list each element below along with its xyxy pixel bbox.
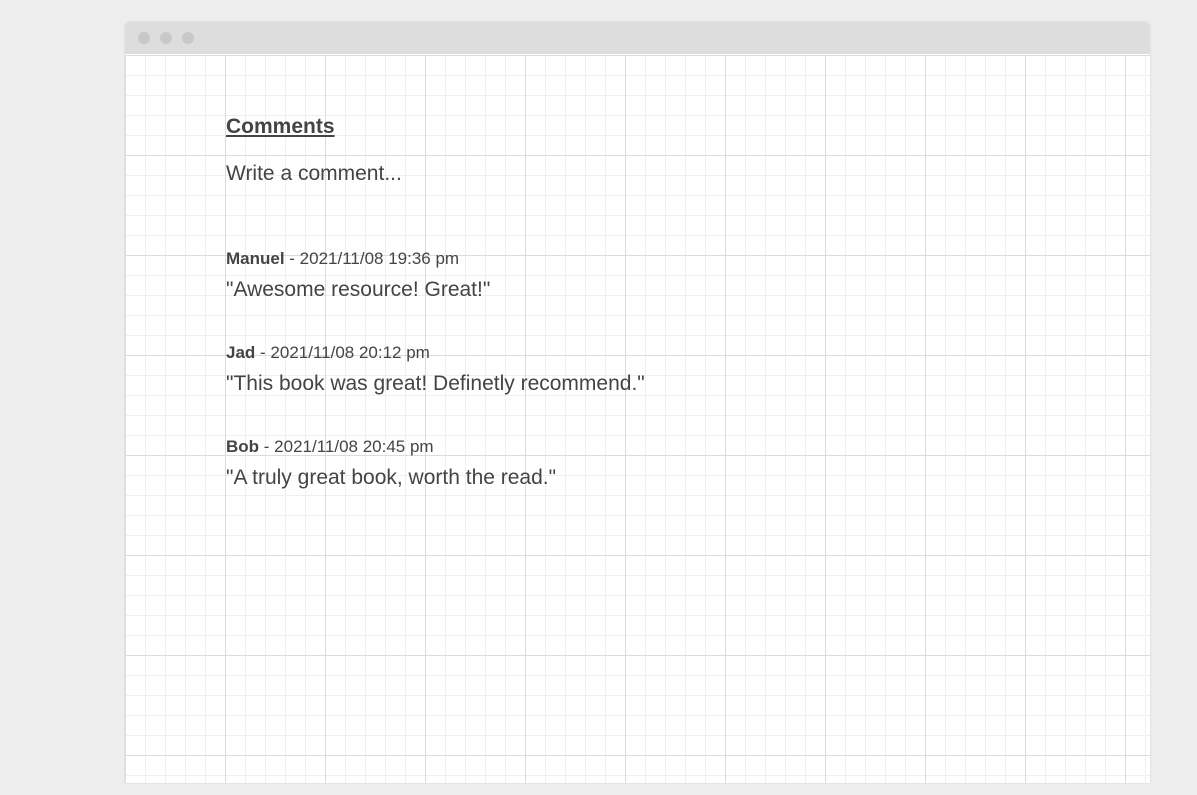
comment-input[interactable] <box>226 159 726 189</box>
page-content: Comments Manuel - 2021/11/08 19:36 pm "A… <box>125 55 1150 783</box>
comment-item: Bob - 2021/11/08 20:45 pm "A truly great… <box>226 436 1026 492</box>
comment-author: Jad <box>226 343 256 362</box>
comment-list: Manuel - 2021/11/08 19:36 pm "Awesome re… <box>226 248 1026 492</box>
comment-meta: Manuel - 2021/11/08 19:36 pm <box>226 248 1026 270</box>
comment-timestamp: 2021/11/08 20:45 pm <box>274 437 434 456</box>
comment-meta: Bob - 2021/11/08 20:45 pm <box>226 436 1026 458</box>
comment-separator: - <box>259 437 275 456</box>
window-close-dot-icon[interactable] <box>138 32 150 44</box>
comment-timestamp: 2021/11/08 19:36 pm <box>299 249 460 268</box>
comment-item: Manuel - 2021/11/08 19:36 pm "Awesome re… <box>226 248 1026 304</box>
comments-section: Comments Manuel - 2021/11/08 19:36 pm "A… <box>226 113 1026 530</box>
comment-separator: - <box>284 249 300 268</box>
comment-timestamp: 2021/11/08 20:12 pm <box>270 343 430 362</box>
browser-window: Comments Manuel - 2021/11/08 19:36 pm "A… <box>125 22 1150 783</box>
comment-text: "A truly great book, worth the read." <box>226 466 557 489</box>
comment-separator: - <box>255 343 271 362</box>
comment-text: "This book was great! Definetly recommen… <box>226 372 645 395</box>
comment-meta: Jad - 2021/11/08 20:12 pm <box>226 342 1026 364</box>
window-maximize-dot-icon[interactable] <box>182 32 194 44</box>
comment-item: Jad - 2021/11/08 20:12 pm "This book was… <box>226 342 1026 398</box>
comments-heading: Comments <box>226 115 335 138</box>
comment-text: "Awesome resource! Great!" <box>226 278 491 301</box>
window-minimize-dot-icon[interactable] <box>160 32 172 44</box>
comment-author: Manuel <box>226 249 285 268</box>
window-titlebar <box>125 22 1150 54</box>
comment-author: Bob <box>226 437 260 456</box>
